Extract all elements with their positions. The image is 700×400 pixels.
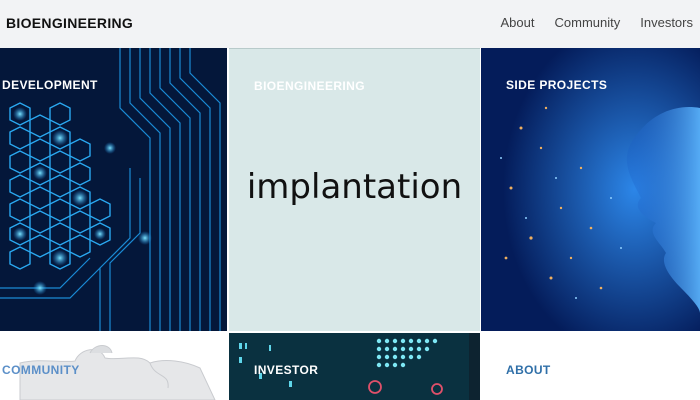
nav-investors-link[interactable]: Investors bbox=[640, 15, 693, 30]
tile-side-projects[interactable]: SIDE PROJECTS bbox=[481, 48, 700, 331]
tile-investor[interactable]: INVESTOR bbox=[229, 333, 480, 400]
tile-about[interactable]: ABOUT bbox=[481, 333, 700, 400]
tile-development-label: DEVELOPMENT bbox=[2, 78, 98, 92]
top-navbar: BIOENGINEERING About Community Investors bbox=[0, 0, 700, 48]
nav-links: About Community Investors bbox=[501, 15, 693, 30]
tile-community-label: COMMUNITY bbox=[2, 363, 80, 377]
tile-development[interactable]: DEVELOPMENT bbox=[0, 48, 227, 331]
nav-community-link[interactable]: Community bbox=[555, 15, 621, 30]
tile-investor-label: INVESTOR bbox=[254, 363, 319, 377]
tile-about-label: ABOUT bbox=[506, 363, 551, 377]
tile-bioengineering[interactable]: BIOENGINEERING implantation bbox=[229, 48, 480, 331]
tile-bioengineering-label: BIOENGINEERING bbox=[254, 79, 365, 93]
implantation-image-text: implantation bbox=[246, 167, 463, 207]
brand-logo-link[interactable]: BIOENGINEERING bbox=[6, 15, 133, 31]
tile-community[interactable]: COMMUNITY bbox=[0, 333, 227, 400]
nav-about-link[interactable]: About bbox=[501, 15, 535, 30]
tile-side-projects-label: SIDE PROJECTS bbox=[506, 78, 608, 92]
